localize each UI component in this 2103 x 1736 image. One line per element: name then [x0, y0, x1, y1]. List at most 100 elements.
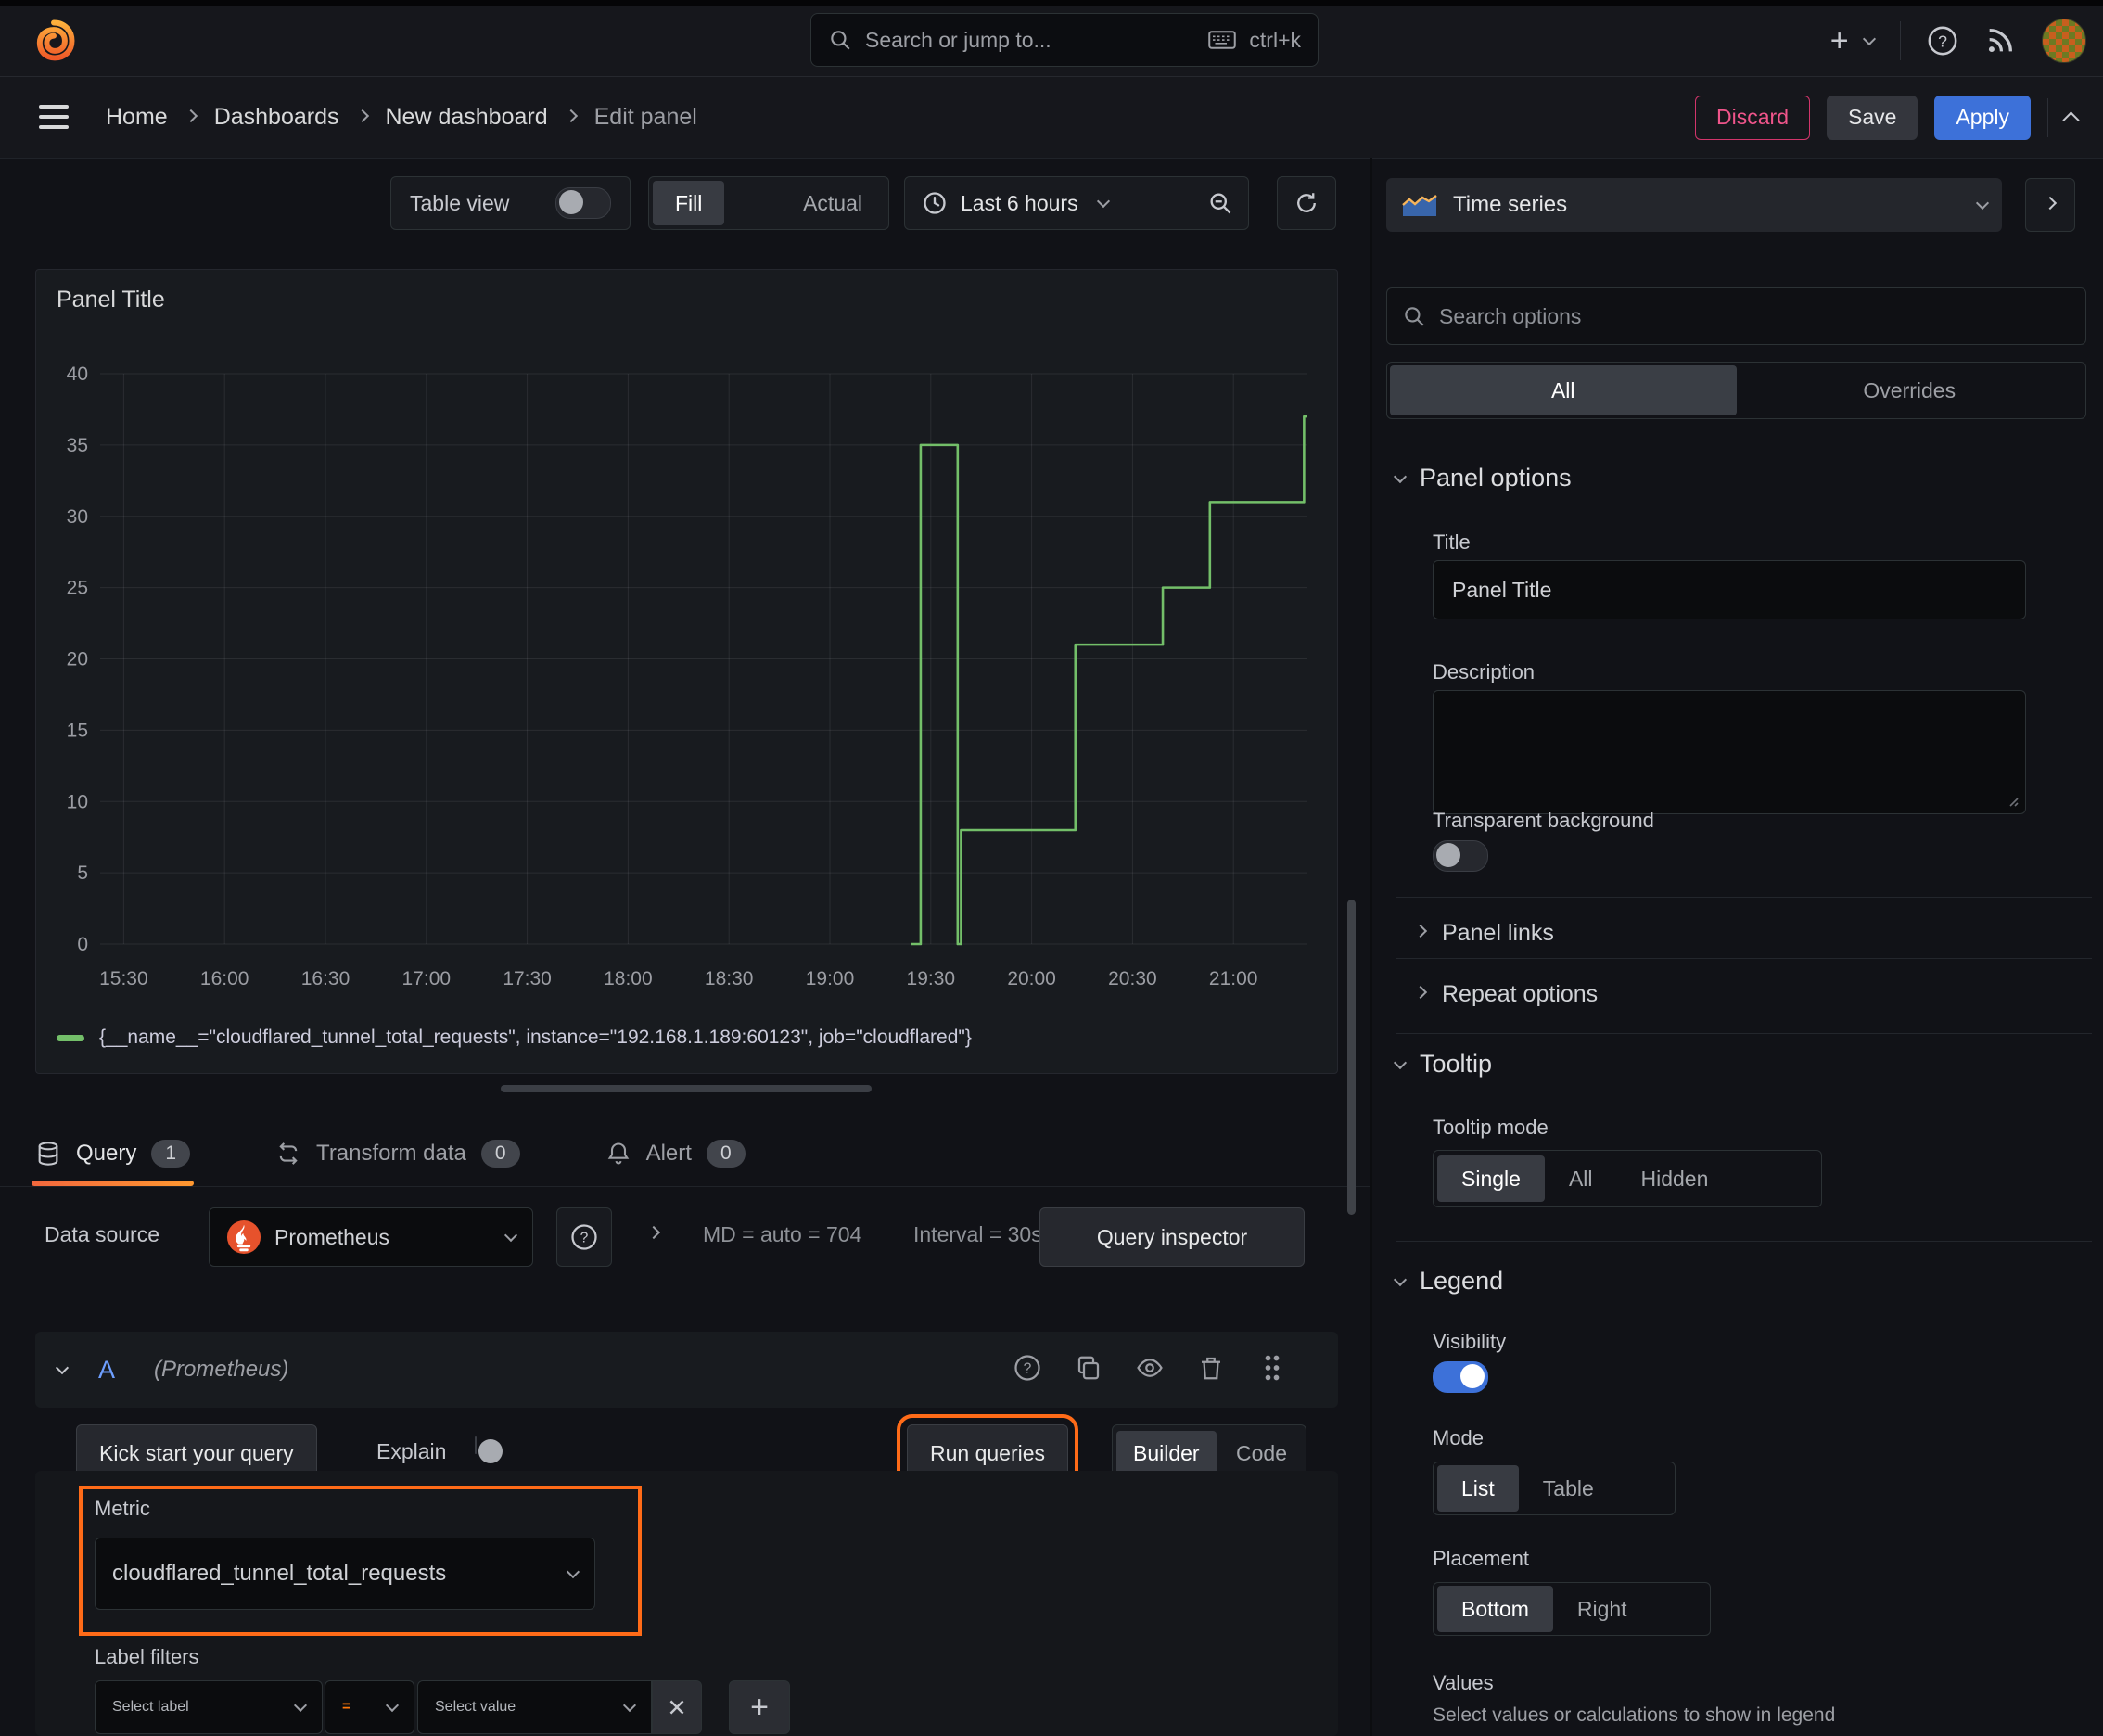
- breadcrumb-edit-panel: Edit panel: [593, 104, 697, 130]
- panel-options-header[interactable]: Panel options: [1393, 464, 1572, 492]
- svg-text:?: ?: [580, 1231, 589, 1246]
- svg-text:5: 5: [77, 862, 88, 884]
- search-options-input[interactable]: Search options: [1386, 287, 2086, 345]
- query-a-header[interactable]: A (Prometheus) ?: [35, 1332, 1338, 1408]
- hide-query-icon[interactable]: [1136, 1354, 1164, 1386]
- transparent-background-toggle[interactable]: [1433, 840, 1488, 872]
- panel-links-section[interactable]: Panel links: [1413, 911, 1554, 955]
- breadcrumb-dashboards[interactable]: Dashboards: [214, 104, 339, 131]
- datasource-help-button[interactable]: ?: [556, 1207, 612, 1267]
- new-menu-button[interactable]: +: [1830, 23, 1877, 59]
- divider: [1900, 21, 1901, 60]
- legend-table-option[interactable]: Table: [1519, 1465, 1618, 1512]
- drag-query-icon[interactable]: [1258, 1354, 1286, 1386]
- placement-right-option[interactable]: Right: [1553, 1586, 1651, 1632]
- time-range-picker[interactable]: Last 6 hours: [905, 190, 1192, 216]
- panel-title-input[interactable]: Panel Title: [1433, 560, 2026, 619]
- table-view-toggle[interactable]: [555, 187, 611, 219]
- search-options-placeholder: Search options: [1439, 303, 1582, 328]
- tooltip-hidden-option[interactable]: Hidden: [1617, 1155, 1733, 1202]
- datasource-row: Data source Prometheus ? MD = auto = 704: [0, 1207, 1370, 1269]
- metric-select[interactable]: cloudflared_tunnel_total_requests: [95, 1538, 595, 1610]
- tab-query-label: Query: [76, 1140, 137, 1166]
- zoom-out-button[interactable]: [1192, 190, 1248, 216]
- time-series-chart[interactable]: 0 5 10 15 20 25 30 35 40 15:30 16:00 16:30 17:00 17:3…: [36, 270, 1337, 1073]
- svg-text:0: 0: [77, 934, 88, 955]
- chart-panel[interactable]: Panel Title 0 5 10 15 20 25 30 35 40 15:30 16:00 16…: [35, 269, 1338, 1074]
- tab-overrides[interactable]: Overrides: [1737, 365, 2084, 415]
- main-scrollbar[interactable]: [1347, 900, 1356, 1215]
- chevron-down-icon: [1096, 194, 1110, 209]
- actual-option[interactable]: Actual: [781, 181, 885, 225]
- user-avatar[interactable]: [2042, 19, 2086, 63]
- grafana-logo-icon[interactable]: [30, 17, 78, 65]
- query-help-icon[interactable]: ?: [1013, 1354, 1041, 1386]
- select-value-dropdown[interactable]: Select value: [417, 1680, 652, 1734]
- chevron-down-icon: [1393, 469, 1408, 483]
- pane-resize-handle[interactable]: [501, 1085, 872, 1092]
- tab-all[interactable]: All: [1390, 365, 1737, 415]
- tab-transform-data[interactable]: Transform data 0: [275, 1120, 520, 1186]
- visualization-label: Time series: [1453, 192, 1568, 217]
- chevron-right-icon: [184, 108, 198, 122]
- clock-icon: [924, 192, 946, 214]
- legend-visibility-toggle[interactable]: [1433, 1361, 1488, 1393]
- legend-header[interactable]: Legend: [1393, 1267, 1503, 1296]
- discard-button[interactable]: Discard: [1695, 95, 1811, 140]
- query-inspector-button[interactable]: Query inspector: [1039, 1207, 1305, 1267]
- metric-label: Metric: [95, 1497, 150, 1520]
- datasource-picker[interactable]: Prometheus: [209, 1207, 533, 1267]
- visualization-picker[interactable]: Time series: [1386, 178, 2002, 232]
- delete-query-icon[interactable]: [1197, 1354, 1225, 1386]
- explain-toggle[interactable]: [475, 1436, 503, 1463]
- chart-legend[interactable]: {__name__="cloudflared_tunnel_total_requ…: [57, 1027, 972, 1049]
- description-textarea[interactable]: [1433, 690, 2026, 814]
- breadcrumb-new-dashboard[interactable]: New dashboard: [386, 104, 548, 131]
- toggle-viz-picker-button[interactable]: [2025, 178, 2075, 232]
- svg-text:19:00: 19:00: [806, 968, 855, 989]
- svg-text:16:30: 16:30: [301, 968, 350, 989]
- legend-series-label[interactable]: {__name__="cloudflared_tunnel_total_requ…: [99, 1027, 972, 1049]
- transparent-background-label: Transparent background: [1433, 809, 1654, 832]
- tooltip-single-option[interactable]: Single: [1437, 1155, 1545, 1202]
- global-search-input[interactable]: Search or jump to... ctrl+k: [810, 13, 1319, 67]
- operator-dropdown[interactable]: =: [325, 1680, 414, 1734]
- tab-query[interactable]: Query 1: [31, 1120, 195, 1186]
- placement-bottom-option[interactable]: Bottom: [1437, 1586, 1553, 1632]
- add-filter-button[interactable]: +: [729, 1680, 790, 1734]
- table-view-control: Table view: [390, 176, 631, 230]
- menu-toggle-icon[interactable]: [39, 105, 69, 129]
- repeat-options-section[interactable]: Repeat options: [1413, 972, 1599, 1016]
- top-bar: Search or jump to... ctrl+k + ?: [0, 6, 2103, 77]
- repeat-options-label: Repeat options: [1442, 980, 1599, 1007]
- select-label-dropdown[interactable]: Select label: [95, 1680, 323, 1734]
- edit-panel-main: Table view Fill Actual Last 6 hours Pane…: [0, 158, 1370, 1736]
- help-icon[interactable]: ?: [1927, 25, 1958, 57]
- keyboard-icon: [1208, 31, 1237, 49]
- query-datasource-hint: (Prometheus): [154, 1357, 289, 1382]
- collapse-query-icon[interactable]: [55, 1360, 70, 1375]
- tab-alert[interactable]: Alert 0: [605, 1120, 746, 1186]
- duplicate-query-icon[interactable]: [1075, 1354, 1102, 1386]
- tooltip-all-option[interactable]: All: [1545, 1155, 1617, 1202]
- remove-filter-button[interactable]: [652, 1680, 702, 1734]
- legend-mode-label: Mode: [1433, 1426, 1485, 1449]
- breadcrumb-home[interactable]: Home: [106, 104, 168, 131]
- apply-button[interactable]: Apply: [1934, 95, 2031, 140]
- options-expand-icon[interactable]: [646, 1225, 661, 1240]
- builder-option[interactable]: Builder: [1116, 1431, 1217, 1475]
- legend-swatch: [57, 1034, 84, 1041]
- refresh-button[interactable]: [1277, 176, 1336, 230]
- tooltip-header[interactable]: Tooltip: [1393, 1050, 1493, 1079]
- news-icon[interactable]: [1984, 25, 2016, 57]
- collapse-header-icon[interactable]: [2062, 111, 2080, 129]
- code-option[interactable]: Code: [1221, 1431, 1302, 1475]
- panel-title-value: Panel Title: [1452, 577, 1552, 602]
- bell-icon: [607, 1142, 629, 1165]
- legend-list-option[interactable]: List: [1437, 1465, 1519, 1512]
- tab-transform-label: Transform data: [316, 1140, 466, 1166]
- resize-corner-icon[interactable]: [2005, 793, 2020, 808]
- fill-option[interactable]: Fill: [653, 181, 725, 225]
- save-button[interactable]: Save: [1827, 95, 1918, 140]
- tooltip-header-label: Tooltip: [1420, 1050, 1493, 1078]
